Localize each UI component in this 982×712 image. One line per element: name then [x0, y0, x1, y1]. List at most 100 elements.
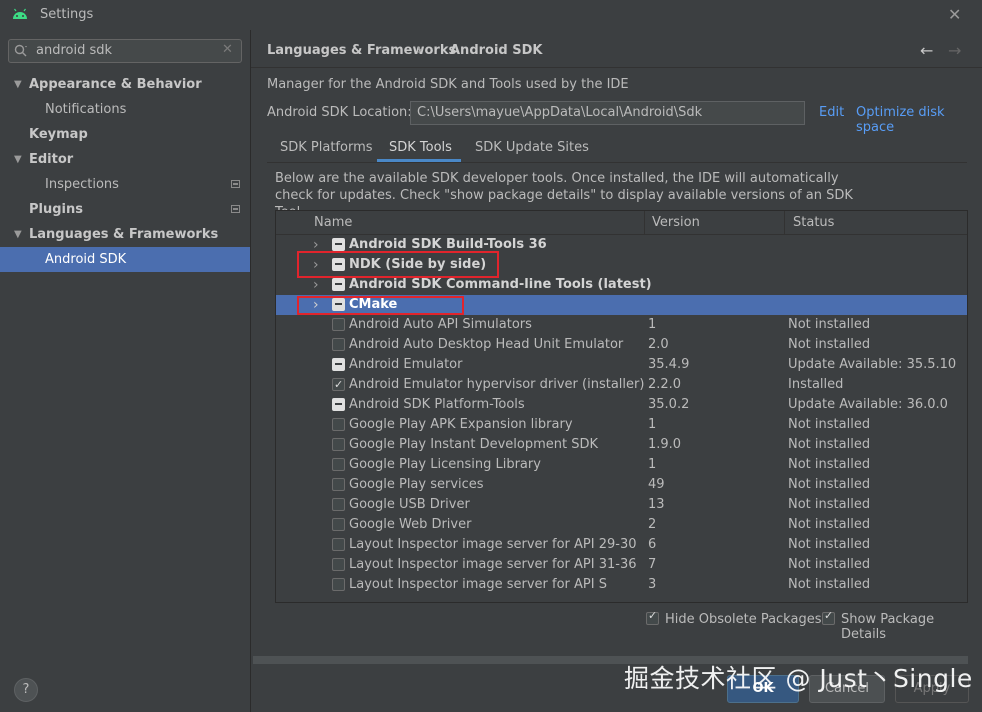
sidebar-item-appearance-behavior[interactable]: ▼ Appearance & Behavior [0, 72, 250, 97]
sidebar-item-label: Plugins [29, 202, 83, 217]
chevron-right-icon[interactable]: › [313, 275, 319, 295]
table-row[interactable]: Android Auto Desktop Head Unit Emulator 2… [276, 335, 967, 355]
sidebar-item-label: Appearance & Behavior [29, 77, 202, 92]
row-version: 1.9.0 [648, 437, 682, 452]
hide-obsolete-label[interactable]: Hide Obsolete Packages [665, 612, 821, 627]
optimize-disk-space-link[interactable]: Optimize disk space [856, 105, 982, 135]
back-arrow-icon[interactable]: ← [920, 41, 933, 60]
tab-sdk-platforms[interactable]: SDK Platforms [280, 140, 373, 160]
table-row[interactable]: Android Emulator 35.4.9 Update Available: … [276, 355, 967, 375]
clear-search-icon[interactable]: ✕ [222, 42, 233, 57]
table-row[interactable]: Android Emulator hypervisor driver (inst… [276, 375, 967, 395]
table-row[interactable]: Android SDK Platform-Tools 35.0.2 Update A… [276, 395, 967, 415]
sdk-location-field[interactable]: C:\Users\mayue\AppData\Local\Android\Sdk [410, 101, 805, 125]
breadcrumb-parent: Languages & Frameworks [267, 43, 457, 58]
sidebar-item-editor[interactable]: ▼ Editor [0, 147, 250, 172]
column-divider [784, 211, 785, 235]
page-title: Android SDK [450, 43, 543, 58]
table-row[interactable]: Google Play Licensing Library 1 Not instal… [276, 455, 967, 475]
highlight-box-ndk [297, 251, 499, 278]
row-version: 35.4.9 [648, 357, 690, 372]
sidebar-item-label: Editor [29, 152, 74, 167]
tab-sdk-tools[interactable]: SDK Tools [389, 140, 452, 160]
row-checkbox[interactable] [332, 318, 345, 331]
sidebar-item-label: Android SDK [45, 252, 127, 267]
table-row[interactable]: Layout Inspector image server for API 31… [276, 555, 967, 575]
column-header-version[interactable]: Version [652, 215, 700, 230]
table-row[interactable]: Google Web Driver 2 Not installed [276, 515, 967, 535]
row-checkbox[interactable] [332, 458, 345, 471]
table-row[interactable]: Layout Inspector image server for API 29… [276, 535, 967, 555]
row-checkbox[interactable] [332, 558, 345, 571]
sidebar-item-inspections[interactable]: Inspections [0, 172, 250, 197]
row-version: 6 [648, 537, 657, 552]
table-row[interactable]: › Android SDK Command-line Tools (latest) [276, 275, 967, 295]
chevron-down-icon[interactable]: ▼ [14, 72, 22, 97]
table-row[interactable]: Google Play APK Expansion library 1 Not in… [276, 415, 967, 435]
show-details-checkbox[interactable] [822, 609, 835, 625]
row-checkbox[interactable] [332, 538, 345, 551]
table-header [276, 211, 967, 235]
table-row[interactable]: Google Play Instant Development SDK 1.9.0… [276, 435, 967, 455]
row-name: Android SDK Platform-Tools [349, 397, 525, 412]
column-divider [644, 211, 645, 235]
sidebar-item-plugins[interactable]: Plugins [0, 197, 250, 222]
forward-arrow-icon[interactable]: → [948, 41, 961, 60]
row-checkbox[interactable] [332, 578, 345, 591]
column-header-status[interactable]: Status [793, 215, 834, 230]
chevron-down-icon[interactable]: ▼ [14, 222, 22, 247]
row-version: 3 [648, 577, 657, 592]
row-version: 1 [648, 417, 657, 432]
column-header-name[interactable]: Name [314, 215, 352, 230]
tab-sdk-update-sites[interactable]: SDK Update Sites [475, 140, 589, 160]
row-name: Google Web Driver [349, 517, 472, 532]
project-settings-icon [231, 180, 240, 188]
row-status: Update Available: 36.0.0 [788, 397, 948, 412]
row-checkbox[interactable] [332, 498, 345, 511]
table-row[interactable]: Layout Inspector image server for API S 3… [276, 575, 967, 595]
row-status: Not installed [788, 437, 871, 452]
show-details-label[interactable]: Show Package Details [841, 612, 982, 642]
row-name: Android SDK Command-line Tools (latest) [349, 277, 652, 292]
row-checkbox[interactable] [332, 278, 345, 291]
row-checkbox[interactable] [332, 338, 345, 351]
row-status: Update Available: 35.5.10 [788, 357, 957, 372]
row-checkbox[interactable] [332, 518, 345, 531]
row-version: 1 [648, 317, 657, 332]
sidebar-item-notifications[interactable]: Notifications [0, 97, 250, 122]
table-row[interactable]: Google Play services 49 Not installed [276, 475, 967, 495]
hide-obsolete-checkbox[interactable] [646, 609, 659, 625]
android-logo-icon [13, 8, 27, 19]
row-version: 2.2.0 [648, 377, 682, 392]
row-checkbox[interactable] [332, 375, 345, 395]
table-row[interactable]: Google USB Driver 13 Not installed [276, 495, 967, 515]
row-name: Android Auto Desktop Head Unit Emulator [349, 337, 624, 352]
help-button[interactable]: ? [14, 678, 38, 702]
row-checkbox[interactable] [332, 398, 345, 411]
close-icon[interactable]: ✕ [948, 5, 961, 24]
row-name: Google Play Instant Development SDK [349, 437, 599, 452]
title-bar [0, 0, 982, 30]
row-status: Installed [788, 377, 844, 392]
row-status: Not installed [788, 517, 871, 532]
sidebar-item-keymap[interactable]: Keymap [0, 122, 250, 147]
row-status: Not installed [788, 417, 871, 432]
row-version: 2.0 [648, 337, 669, 352]
row-checkbox[interactable] [332, 358, 345, 371]
chevron-down-icon[interactable]: ▼ [14, 147, 22, 172]
sidebar-item-android-sdk[interactable]: Android SDK [0, 247, 250, 272]
sidebar-item-languages-frameworks[interactable]: ▼ Languages & Frameworks [0, 222, 250, 247]
row-name: Google Play services [349, 477, 484, 492]
row-checkbox[interactable] [332, 238, 345, 251]
sidebar-item-label: Languages & Frameworks [29, 227, 219, 242]
edit-link[interactable]: Edit [819, 105, 844, 120]
row-version: 2 [648, 517, 657, 532]
row-checkbox[interactable] [332, 418, 345, 431]
row-checkbox[interactable] [332, 438, 345, 451]
row-checkbox[interactable] [332, 478, 345, 491]
window-title: Settings [40, 7, 94, 22]
search-value: android sdk [36, 43, 113, 58]
table-row[interactable]: Android Auto API Simulators 1 Not installe… [276, 315, 967, 335]
row-name: Layout Inspector image server for API 29… [349, 537, 637, 552]
row-name: Layout Inspector image server for API 31… [349, 557, 637, 572]
